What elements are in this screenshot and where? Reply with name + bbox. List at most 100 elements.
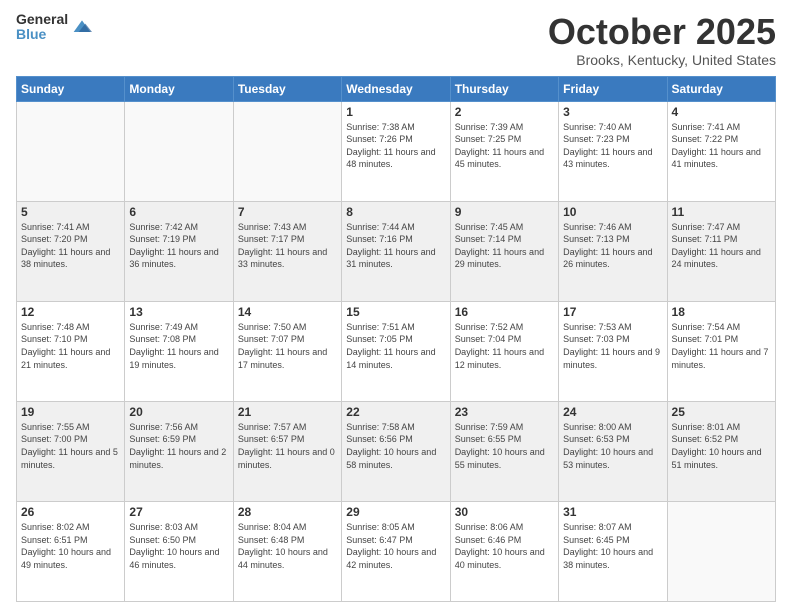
table-row: 26 Sunrise: 8:02 AM Sunset: 6:51 PM Dayli… xyxy=(17,501,125,601)
header-tuesday: Tuesday xyxy=(233,76,341,101)
day-info: Sunrise: 7:58 AM Sunset: 6:56 PM Dayligh… xyxy=(346,421,445,471)
table-row xyxy=(667,501,775,601)
header-saturday: Saturday xyxy=(667,76,775,101)
table-row: 23 Sunrise: 7:59 AM Sunset: 6:55 PM Dayli… xyxy=(450,401,558,501)
day-info: Sunrise: 7:44 AM Sunset: 7:16 PM Dayligh… xyxy=(346,221,445,271)
day-number: 22 xyxy=(346,405,445,419)
table-row: 5 Sunrise: 7:41 AM Sunset: 7:20 PM Daylig… xyxy=(17,201,125,301)
calendar-week-row: 26 Sunrise: 8:02 AM Sunset: 6:51 PM Dayli… xyxy=(17,501,776,601)
day-number: 20 xyxy=(129,405,228,419)
table-row: 21Sunrise: 7:57 AM Sunset: 6:57 PM Dayli… xyxy=(233,401,341,501)
calendar-week-row: 12 Sunrise: 7:48 AM Sunset: 7:10 PM Dayli… xyxy=(17,301,776,401)
day-info: Sunrise: 7:53 AM Sunset: 7:03 PM Dayligh… xyxy=(563,321,662,371)
table-row: 22 Sunrise: 7:58 AM Sunset: 6:56 PM Dayli… xyxy=(342,401,450,501)
day-number: 31 xyxy=(563,505,662,519)
day-info: Sunrise: 7:46 AM Sunset: 7:13 PM Dayligh… xyxy=(563,221,662,271)
day-info: Sunrise: 8:00 AM Sunset: 6:53 PM Dayligh… xyxy=(563,421,662,471)
top-section: General Blue October 2025 Brooks, Kentuc… xyxy=(16,12,776,68)
header-right: October 2025 Brooks, Kentucky, United St… xyxy=(548,12,776,68)
table-row: 9 Sunrise: 7:45 AM Sunset: 7:14 PM Daylig… xyxy=(450,201,558,301)
day-info: Sunrise: 7:41 AM Sunset: 7:22 PM Dayligh… xyxy=(672,121,771,171)
logo-text: General Blue xyxy=(16,12,68,43)
day-info: Sunrise: 8:04 AM Sunset: 6:48 PM Dayligh… xyxy=(238,521,337,571)
day-info: Sunrise: 7:52 AM Sunset: 7:04 PM Dayligh… xyxy=(455,321,554,371)
day-number: 29 xyxy=(346,505,445,519)
day-number: 4 xyxy=(672,105,771,119)
day-number: 28 xyxy=(238,505,337,519)
page: General Blue October 2025 Brooks, Kentuc… xyxy=(0,0,792,612)
day-info: Sunrise: 8:05 AM Sunset: 6:47 PM Dayligh… xyxy=(346,521,445,571)
day-info: Sunrise: 7:40 AM Sunset: 7:23 PM Dayligh… xyxy=(563,121,662,171)
day-info: Sunrise: 7:48 AM Sunset: 7:10 PM Dayligh… xyxy=(21,321,120,371)
table-row: 11 Sunrise: 7:47 AM Sunset: 7:11 PM Dayli… xyxy=(667,201,775,301)
month-title: October 2025 xyxy=(548,12,776,52)
table-row: 13Sunrise: 7:49 AM Sunset: 7:08 PM Dayli… xyxy=(125,301,233,401)
table-row: 16Sunrise: 7:52 AM Sunset: 7:04 PM Dayli… xyxy=(450,301,558,401)
day-number: 24 xyxy=(563,405,662,419)
day-number: 9 xyxy=(455,205,554,219)
table-row: 18 Sunrise: 7:54 AM Sunset: 7:01 PM Dayli… xyxy=(667,301,775,401)
day-number: 25 xyxy=(672,405,771,419)
day-number: 21 xyxy=(238,405,337,419)
day-number: 11 xyxy=(672,205,771,219)
day-info: Sunrise: 7:38 AM Sunset: 7:26 PM Dayligh… xyxy=(346,121,445,171)
table-row: 24 Sunrise: 8:00 AM Sunset: 6:53 PM Dayli… xyxy=(559,401,667,501)
day-number: 2 xyxy=(455,105,554,119)
day-number: 3 xyxy=(563,105,662,119)
table-row: 27 Sunrise: 8:03 AM Sunset: 6:50 PM Dayli… xyxy=(125,501,233,601)
day-number: 12 xyxy=(21,305,120,319)
day-number: 17 xyxy=(563,305,662,319)
table-row: 31Sunrise: 8:07 AM Sunset: 6:45 PM Dayli… xyxy=(559,501,667,601)
day-number: 1 xyxy=(346,105,445,119)
day-number: 30 xyxy=(455,505,554,519)
table-row: 2 Sunrise: 7:39 AM Sunset: 7:25 PM Daylig… xyxy=(450,101,558,201)
header-thursday: Thursday xyxy=(450,76,558,101)
table-row: 17 Sunrise: 7:53 AM Sunset: 7:03 PM Dayli… xyxy=(559,301,667,401)
day-info: Sunrise: 7:47 AM Sunset: 7:11 PM Dayligh… xyxy=(672,221,771,271)
day-info: Sunrise: 8:01 AM Sunset: 6:52 PM Dayligh… xyxy=(672,421,771,471)
logo-line2: Blue xyxy=(16,27,68,42)
day-number: 6 xyxy=(129,205,228,219)
table-row: 20 Sunrise: 7:56 AM Sunset: 6:59 PM Dayli… xyxy=(125,401,233,501)
table-row: 12 Sunrise: 7:48 AM Sunset: 7:10 PM Dayli… xyxy=(17,301,125,401)
table-row: 14Sunrise: 7:50 AM Sunset: 7:07 PM Dayli… xyxy=(233,301,341,401)
day-number: 27 xyxy=(129,505,228,519)
day-number: 15 xyxy=(346,305,445,319)
day-number: 10 xyxy=(563,205,662,219)
day-number: 13 xyxy=(129,305,228,319)
table-row: 15Sunrise: 7:51 AM Sunset: 7:05 PM Dayli… xyxy=(342,301,450,401)
calendar-week-row: 19Sunrise: 7:55 AM Sunset: 7:00 PM Dayli… xyxy=(17,401,776,501)
day-number: 8 xyxy=(346,205,445,219)
day-number: 14 xyxy=(238,305,337,319)
day-info: Sunrise: 7:54 AM Sunset: 7:01 PM Dayligh… xyxy=(672,321,771,371)
table-row: 25 Sunrise: 8:01 AM Sunset: 6:52 PM Dayli… xyxy=(667,401,775,501)
day-number: 23 xyxy=(455,405,554,419)
header-sunday: Sunday xyxy=(17,76,125,101)
table-row: 6Sunrise: 7:42 AM Sunset: 7:19 PM Daylig… xyxy=(125,201,233,301)
day-number: 26 xyxy=(21,505,120,519)
day-number: 18 xyxy=(672,305,771,319)
logo-line1: General xyxy=(16,12,68,27)
logo-icon xyxy=(72,17,92,37)
table-row: 10 Sunrise: 7:46 AM Sunset: 7:13 PM Dayli… xyxy=(559,201,667,301)
location: Brooks, Kentucky, United States xyxy=(548,52,776,68)
day-info: Sunrise: 7:39 AM Sunset: 7:25 PM Dayligh… xyxy=(455,121,554,171)
calendar-table: Sunday Monday Tuesday Wednesday Thursday… xyxy=(16,76,776,602)
table-row xyxy=(233,101,341,201)
calendar-header-row: Sunday Monday Tuesday Wednesday Thursday… xyxy=(17,76,776,101)
table-row: 1 Sunrise: 7:38 AM Sunset: 7:26 PM Daylig… xyxy=(342,101,450,201)
table-row: 3 Sunrise: 7:40 AM Sunset: 7:23 PM Daylig… xyxy=(559,101,667,201)
header-wednesday: Wednesday xyxy=(342,76,450,101)
day-number: 5 xyxy=(21,205,120,219)
day-info: Sunrise: 8:02 AM Sunset: 6:51 PM Dayligh… xyxy=(21,521,120,571)
logo: General Blue xyxy=(16,12,92,43)
day-info: Sunrise: 7:41 AM Sunset: 7:20 PM Dayligh… xyxy=(21,221,120,271)
table-row xyxy=(17,101,125,201)
day-info: Sunrise: 7:45 AM Sunset: 7:14 PM Dayligh… xyxy=(455,221,554,271)
day-info: Sunrise: 8:03 AM Sunset: 6:50 PM Dayligh… xyxy=(129,521,228,571)
table-row: 28 Sunrise: 8:04 AM Sunset: 6:48 PM Dayli… xyxy=(233,501,341,601)
header-friday: Friday xyxy=(559,76,667,101)
day-info: Sunrise: 7:56 AM Sunset: 6:59 PM Dayligh… xyxy=(129,421,228,471)
day-info: Sunrise: 7:59 AM Sunset: 6:55 PM Dayligh… xyxy=(455,421,554,471)
table-row: 30Sunrise: 8:06 AM Sunset: 6:46 PM Dayli… xyxy=(450,501,558,601)
